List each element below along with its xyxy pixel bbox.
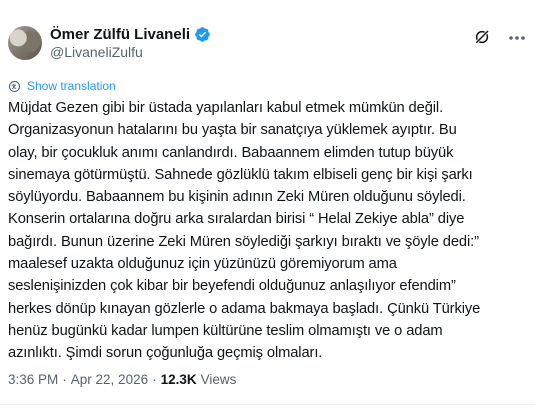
tweet-card: Ömer Zülfü Livaneli @LivaneliZulfu Show (0, 0, 535, 409)
views-count[interactable]: 12.3K (161, 372, 197, 387)
author-name-row: Ömer Zülfü Livaneli (50, 24, 211, 44)
show-translation[interactable]: Show translation (8, 78, 116, 94)
show-translation-link[interactable]: Show translation (27, 79, 116, 93)
verified-badge-icon (195, 26, 210, 42)
tweet-date[interactable]: Apr 22, 2026 (71, 372, 148, 387)
tweet-time[interactable]: 3:36 PM (8, 372, 58, 387)
translate-icon (8, 80, 21, 92)
tweet-meta: 3:36 PM · Apr 22, 2026 · 12.3K Views (8, 369, 236, 389)
more-options-icon[interactable] (507, 28, 527, 48)
meta-separator: · (62, 371, 67, 387)
meta-separator: · (152, 371, 157, 387)
divider (0, 404, 535, 405)
author-handle[interactable]: @LivaneliZulfu (50, 44, 143, 60)
grok-icon[interactable] (473, 28, 491, 46)
views-label: Views (200, 371, 237, 387)
ellipsis-icon (509, 36, 525, 40)
tweet-header: Ömer Zülfü Livaneli @LivaneliZulfu (8, 12, 527, 62)
avatar[interactable] (8, 26, 42, 60)
tweet-text: Müjdat Gezen gibi bir üstada yapılanları… (8, 100, 481, 362)
author-display-name[interactable]: Ömer Zülfü Livaneli (50, 26, 190, 43)
